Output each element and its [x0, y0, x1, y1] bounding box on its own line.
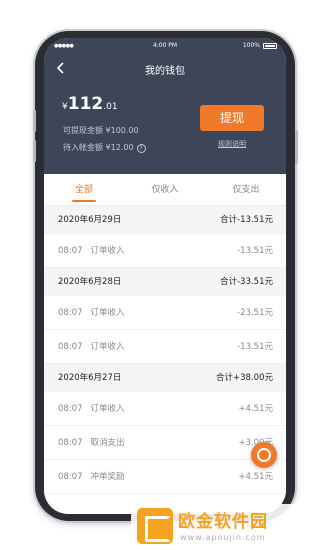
transaction-amount: -23.51元: [237, 308, 273, 318]
balance-integer: 112: [67, 94, 104, 114]
transaction-left: 08:07 冲单奖励: [58, 460, 125, 494]
page-title: 我的钱包: [145, 66, 185, 77]
tab-income-only[interactable]: 仅收入: [125, 174, 205, 206]
phone-side-button: [295, 130, 298, 164]
transaction-title: 订单收入: [90, 342, 125, 352]
transaction-amount: +4.51元: [238, 404, 273, 414]
group-total: 合计-13.51元: [220, 215, 273, 225]
transaction-row[interactable]: 08:07 取消支出 +3.00元: [44, 426, 286, 460]
status-bar: ●●●●● 4:00 PM 100%: [44, 41, 286, 53]
transaction-title: 订单收入: [90, 246, 125, 256]
pending-amount: 待入帐金额 ¥12.00: [63, 143, 134, 152]
phone-side-button: [33, 110, 36, 132]
transaction-left: 08:07 订单收入: [58, 296, 125, 330]
date-group-header: 2020年6月28日 合计-33.51元: [44, 268, 286, 296]
watermark-logo-icon: [137, 508, 173, 544]
group-date: 2020年6月29日: [58, 215, 122, 225]
filter-tabs: 全部 仅收入 仅支出: [44, 174, 286, 206]
withdraw-button[interactable]: 提现: [200, 105, 264, 131]
group-total: 合计-33.51元: [220, 277, 273, 287]
watermark-name: 欧金软件园: [178, 512, 268, 532]
transaction-row[interactable]: 08:07 订单收入 -23.51元: [44, 296, 286, 330]
rules-link[interactable]: 规则说明: [200, 139, 264, 149]
transaction-row[interactable]: 08:07 冲单奖励 +4.51元: [44, 460, 286, 494]
wallet-header: ●●●●● 4:00 PM 100% 我的钱包 ¥112.01 可提现金额 ¥1…: [44, 38, 286, 174]
tab-expense-only[interactable]: 仅支出: [206, 174, 286, 206]
group-total: 合计+38.00元: [216, 373, 273, 383]
group-date: 2020年6月28日: [58, 277, 122, 287]
stage: ●●●●● 4:00 PM 100% 我的钱包 ¥112.01 可提现金额 ¥1…: [0, 0, 330, 550]
transaction-title: 订单收入: [90, 308, 125, 318]
available-amount: 可提现金额 ¥100.00: [63, 126, 139, 135]
pending-amount-row: 待入帐金额 ¥12.00?: [63, 142, 146, 153]
transaction-list: 2020年6月29日 合计-13.51元 08:07 订单收入 -13.51元 2…: [44, 206, 286, 494]
group-date: 2020年6月27日: [58, 373, 122, 383]
balance-decimal: .01: [103, 102, 118, 112]
transaction-time: 08:07: [58, 472, 83, 482]
transaction-row[interactable]: 08:07 订单收入 -13.51元: [44, 330, 286, 364]
transaction-time: 08:07: [58, 438, 83, 448]
battery-percent: 100%: [242, 42, 260, 49]
transaction-time: 08:07: [58, 246, 83, 256]
watermark-url: www.apoujin.com: [180, 533, 266, 542]
transaction-title: 订单收入: [90, 404, 125, 414]
app-screen: ●●●●● 4:00 PM 100% 我的钱包 ¥112.01 可提现金额 ¥1…: [44, 38, 286, 514]
transaction-time: 08:07: [58, 404, 83, 414]
transaction-time: 08:07: [58, 342, 83, 352]
floating-service-button[interactable]: [251, 442, 277, 468]
tab-all[interactable]: 全部: [44, 174, 124, 206]
transaction-title: 取消支出: [90, 438, 125, 448]
watermark: 欧金软件园 www.apoujin.com: [131, 504, 328, 548]
transaction-left: 08:07 取消支出: [58, 426, 125, 460]
date-group-header: 2020年6月27日 合计+38.00元: [44, 364, 286, 392]
transaction-left: 08:07 订单收入: [58, 330, 125, 364]
battery-icon: [263, 43, 277, 49]
transaction-time: 08:07: [58, 308, 83, 318]
balance-amount: ¥112.01: [62, 94, 118, 114]
transaction-row[interactable]: 08:07 订单收入 -13.51元: [44, 234, 286, 268]
date-group-header: 2020年6月29日 合计-13.51元: [44, 206, 286, 234]
help-icon[interactable]: ?: [136, 144, 146, 153]
transaction-amount: -13.51元: [237, 246, 273, 256]
transaction-left: 08:07 订单收入: [58, 392, 125, 426]
transaction-row[interactable]: 08:07 订单收入 +4.51元: [44, 392, 286, 426]
phone-side-button: [33, 140, 36, 162]
transaction-left: 08:07 订单收入: [58, 234, 125, 268]
transaction-title: 冲单奖励: [90, 472, 125, 482]
transaction-amount: -13.51元: [237, 342, 273, 352]
